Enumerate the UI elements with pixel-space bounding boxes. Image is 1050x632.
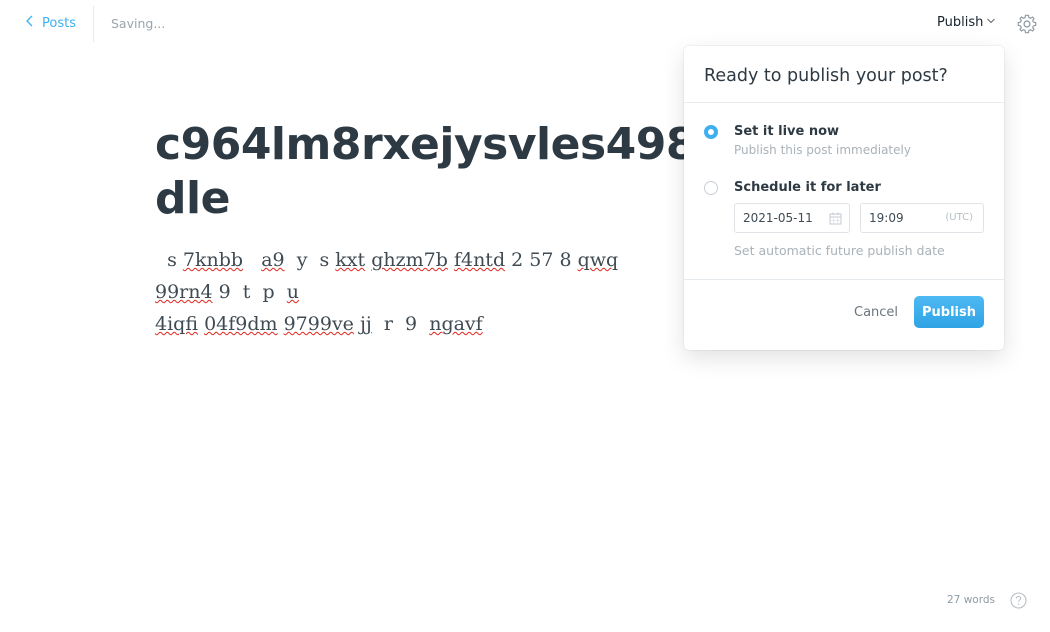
body-token: y s bbox=[284, 249, 336, 271]
body-token: ngavf bbox=[429, 313, 483, 335]
save-status: Saving... bbox=[111, 16, 166, 31]
body-token: jj bbox=[359, 313, 372, 335]
post-editor: c964lm8rxejysvles4985 dle s 7knbb a9 y s… bbox=[155, 118, 695, 340]
back-link-label: Posts bbox=[42, 15, 76, 31]
publish-dialog-footer: Cancel Publish bbox=[684, 279, 1004, 350]
post-title-input[interactable]: c964lm8rxejysvles4985 dle bbox=[155, 118, 695, 226]
body-token bbox=[243, 249, 261, 271]
word-count: 27 words bbox=[947, 594, 995, 606]
body-token: s bbox=[155, 249, 183, 271]
schedule-later-title: Schedule it for later bbox=[734, 180, 881, 195]
schedule-date-input[interactable]: 2021-05-11 bbox=[734, 203, 850, 233]
chevron-down-icon bbox=[986, 15, 996, 30]
body-token: 99rn4 bbox=[155, 281, 213, 303]
topbar-divider bbox=[93, 6, 94, 42]
publish-menu-trigger[interactable]: Publish bbox=[937, 15, 996, 30]
body-token: kxt bbox=[335, 249, 366, 271]
publish-now-title: Set it live now bbox=[734, 124, 840, 139]
body-token: u bbox=[286, 281, 300, 303]
body-token: 7knbb bbox=[182, 249, 244, 271]
settings-menu-button[interactable] bbox=[1016, 13, 1038, 35]
body-token: 2 57 8 bbox=[505, 249, 578, 271]
editor-topbar: Posts Saving... Publish bbox=[0, 0, 1050, 48]
publish-button[interactable]: Publish bbox=[914, 296, 984, 328]
question-circle-icon bbox=[1010, 592, 1027, 613]
publish-dialog-title: Ready to publish your post? bbox=[684, 46, 1004, 103]
schedule-later-radio[interactable] bbox=[704, 181, 718, 195]
body-token: a9 bbox=[261, 249, 285, 271]
schedule-time-input[interactable]: 19:09 (UTC) bbox=[860, 203, 984, 233]
body-token: f4ntd bbox=[453, 249, 506, 271]
body-line: s 7knbb a9 y s kxt ghzm7b f4ntd 2 57 8 q… bbox=[155, 244, 685, 308]
body-line: 4iqfi 04f9dm 9799ve jj r 9 ngavf bbox=[155, 308, 685, 340]
publish-dialog: Ready to publish your post? Set it live … bbox=[684, 46, 1004, 350]
back-to-posts-link[interactable]: Posts bbox=[24, 15, 76, 31]
calendar-icon[interactable] bbox=[829, 212, 842, 225]
schedule-date-value: 2021-05-11 bbox=[743, 211, 813, 225]
publish-now-description: Publish this post immediately bbox=[734, 143, 911, 157]
body-token: 04f9dm bbox=[204, 313, 278, 335]
body-token bbox=[618, 249, 642, 271]
schedule-later-description: Set automatic future publish date bbox=[734, 243, 945, 258]
post-body-editor[interactable]: s 7knbb a9 y s kxt ghzm7b f4ntd 2 57 8 q… bbox=[155, 244, 685, 340]
gear-icon bbox=[1016, 14, 1038, 39]
publish-menu-label: Publish bbox=[937, 15, 984, 30]
body-token: qwq bbox=[577, 249, 619, 271]
schedule-later-option[interactable]: Schedule it for later bbox=[704, 180, 881, 195]
body-token: r 9 bbox=[371, 313, 430, 335]
body-token: ghzm7b bbox=[371, 249, 448, 271]
help-button[interactable] bbox=[1010, 592, 1027, 609]
body-token: 9799ve bbox=[283, 313, 354, 335]
publish-now-radio[interactable] bbox=[704, 125, 718, 139]
publish-now-option[interactable]: Set it live now Publish this post immedi… bbox=[704, 124, 911, 157]
timezone-label: (UTC) bbox=[945, 212, 973, 223]
cancel-button[interactable]: Cancel bbox=[854, 305, 898, 320]
body-token: 4iqfi bbox=[155, 313, 199, 335]
chevron-left-icon bbox=[24, 15, 36, 31]
body-token: 9 t p bbox=[212, 281, 287, 303]
schedule-time-value: 19:09 bbox=[869, 211, 904, 225]
